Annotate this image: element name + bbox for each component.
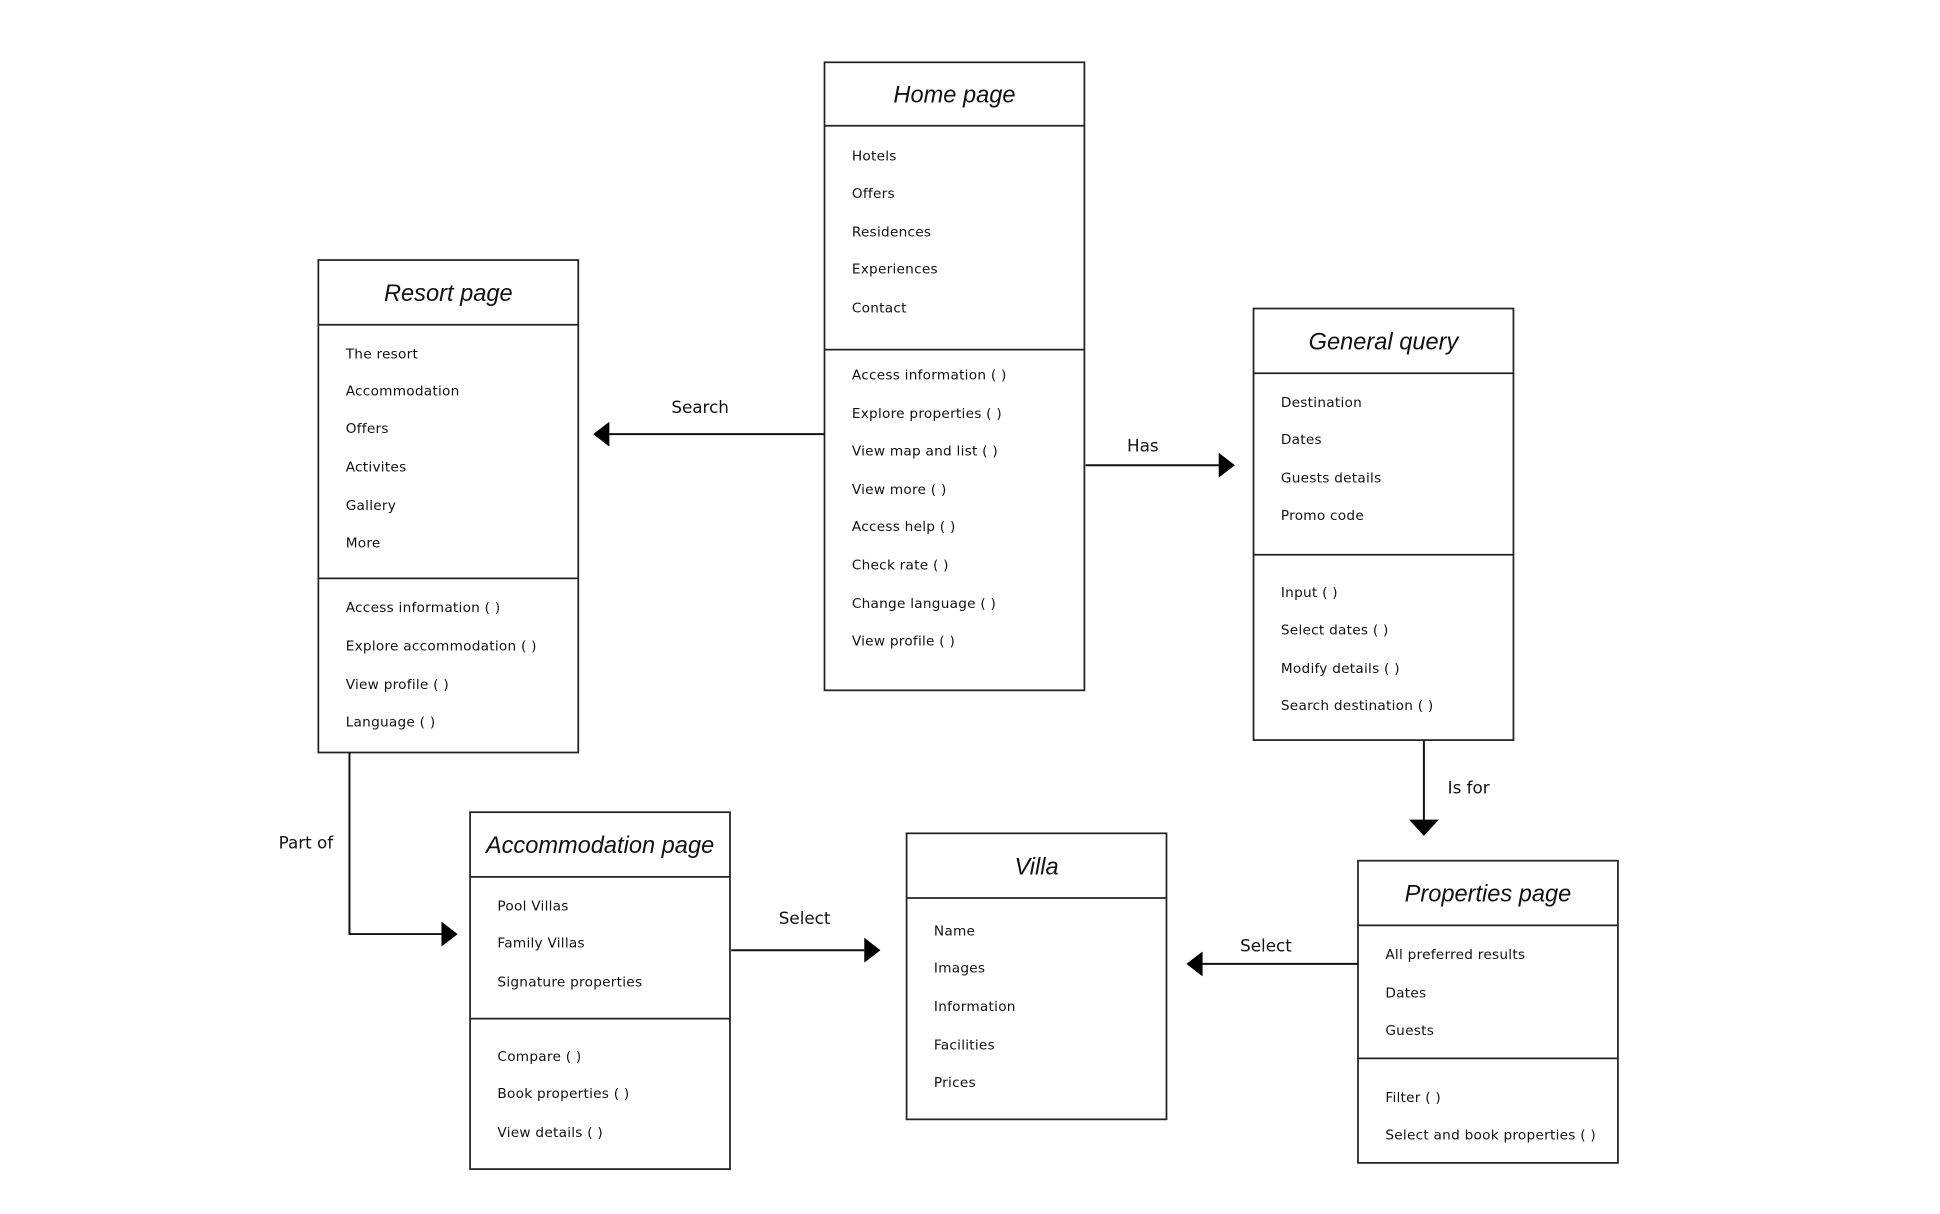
relation-label: Search: [671, 397, 729, 417]
relation-accommodation-page-to-villa: Select: [731, 908, 881, 963]
class-attribute: Family Villas: [497, 936, 584, 952]
class-diagram: Home page Hotels Offers Residences Experienc…: [279, 61, 1619, 1170]
class-method: View profile ( ): [346, 677, 449, 693]
class-attribute: The resort: [345, 346, 419, 362]
arrowhead-icon: [1218, 452, 1235, 478]
class-attribute: Guests: [1385, 1023, 1434, 1039]
class-method: Access information ( ): [346, 600, 501, 616]
class-method: Check rate ( ): [852, 558, 949, 574]
class-method: Access information ( ): [852, 367, 1007, 383]
class-method: View map and list ( ): [852, 443, 998, 459]
class-attribute: Images: [934, 961, 985, 977]
relation-label: Select: [1240, 935, 1292, 955]
class-attribute: Information: [934, 999, 1016, 1015]
class-attribute: Contact: [852, 300, 907, 316]
class-attribute: Signature properties: [497, 974, 642, 990]
class-attribute: Residences: [852, 224, 931, 240]
class-attribute: More: [346, 535, 381, 551]
class-attribute: Dates: [1281, 432, 1322, 448]
relation-home-page-to-resort-page: Search: [593, 397, 825, 447]
class-method: View more ( ): [852, 482, 947, 498]
relation-properties-page-to-villa: Select: [1186, 935, 1358, 977]
class-method: View profile ( ): [852, 634, 955, 650]
class-attribute: Offers: [852, 186, 895, 202]
relation-label: Select: [779, 908, 831, 928]
class-attribute: Prices: [934, 1075, 976, 1091]
class-title: Home page: [893, 83, 1015, 109]
class-attribute: Guests details: [1281, 471, 1382, 487]
relation-general-query-to-properties-page: Is for: [1408, 740, 1490, 836]
arrowhead-icon: [864, 937, 881, 963]
arrowhead-icon: [593, 421, 610, 447]
class-title: Resort page: [384, 281, 513, 307]
relation-label: Is for: [1448, 778, 1490, 798]
home-page-class-box: Home page Hotels Offers Residences Experienc…: [823, 61, 1086, 692]
arrowhead-icon: [1408, 819, 1439, 836]
relation-label: Part of: [279, 832, 335, 852]
arrowhead-icon: [1186, 951, 1203, 977]
class-method: View details ( ): [497, 1125, 603, 1141]
class-method: Filter ( ): [1385, 1090, 1441, 1106]
relation-label: Has: [1127, 436, 1159, 456]
class-attribute: Hotels: [852, 149, 897, 165]
accommodation-page-class-box: Accommodation page Pool Villas Family Vill…: [469, 811, 731, 1170]
villa-class-box: Villa Name Images Information Facilities Pric…: [905, 832, 1168, 1121]
class-method: Change language ( ): [852, 596, 996, 612]
class-method: Access help ( ): [852, 519, 956, 535]
class-title: Accommodation page: [484, 833, 714, 859]
class-title: Villa: [1014, 854, 1058, 880]
class-method: Compare ( ): [497, 1049, 581, 1065]
class-attribute: Offers: [346, 421, 389, 437]
relation-resort-page-to-accommodation-page: Part of: [279, 752, 458, 947]
class-method: Explore properties ( ): [852, 406, 1002, 422]
properties-page-class-box: Properties page All preferred results Date…: [1357, 859, 1619, 1164]
class-method: Modify details ( ): [1281, 661, 1400, 677]
arrowhead-icon: [441, 921, 458, 947]
class-method: Select and book properties ( ): [1385, 1127, 1596, 1143]
class-attribute: Name: [934, 923, 975, 939]
class-attribute: Accommodation: [346, 384, 460, 400]
class-attribute: Gallery: [346, 498, 396, 514]
resort-page-class-box: Resort page The resort Accommodation Offers…: [317, 259, 580, 754]
general-query-class-box: General query Destination Dates Guests deta…: [1252, 307, 1515, 741]
class-attribute: Facilities: [934, 1038, 995, 1054]
class-attribute: Pool Villas: [497, 898, 568, 914]
class-method: Book properties ( ): [497, 1086, 629, 1102]
relation-home-page-to-general-query: Has: [1085, 436, 1235, 478]
connector-line: [348, 752, 442, 936]
class-method: Search destination ( ): [1281, 698, 1434, 714]
class-attribute: All preferred results: [1385, 947, 1525, 963]
class-method: Input ( ): [1281, 585, 1338, 601]
class-attribute: Dates: [1385, 985, 1426, 1001]
class-attribute: Destination: [1281, 395, 1362, 411]
class-attribute: Promo code: [1281, 508, 1364, 524]
class-title: Properties page: [1405, 882, 1572, 908]
class-attribute: Activites: [346, 459, 407, 475]
class-box-border: [469, 811, 731, 1170]
class-attribute: Experiences: [852, 262, 938, 278]
class-method: Explore accommodation ( ): [346, 639, 537, 655]
class-title: General query: [1309, 330, 1460, 356]
class-method: Select dates ( ): [1281, 622, 1389, 638]
class-method: Language ( ): [346, 714, 436, 730]
